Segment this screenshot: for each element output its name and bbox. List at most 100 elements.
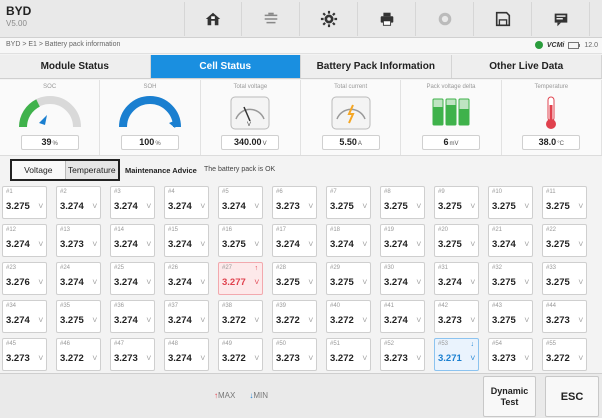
cell-unit: V	[578, 355, 583, 362]
cell-unit: V	[254, 241, 259, 248]
cell-tile: #36 3.274 V	[110, 300, 155, 333]
cell-unit: V	[416, 317, 421, 324]
cell-voltage: 3.277	[222, 277, 246, 288]
max-legend: ↑MAX	[214, 391, 236, 400]
cell-unit: V	[38, 279, 43, 286]
cell-unit: V	[254, 317, 259, 324]
cell-unit: V	[308, 203, 313, 210]
cell-tile: #10 3.275 V	[488, 186, 533, 219]
cell-tile: #20 3.275 V	[434, 224, 479, 257]
cell-number: #1	[6, 189, 13, 195]
tab-battery-pack-information[interactable]: Battery Pack Information	[301, 55, 452, 78]
subtab-temperature[interactable]: Temperature	[66, 161, 119, 179]
tab-other-live-data[interactable]: Other Live Data	[452, 55, 602, 78]
cell-voltage: 3.274	[492, 239, 516, 250]
cell-tile: #6 3.273 V	[272, 186, 317, 219]
cell-voltage: 3.272	[222, 315, 246, 326]
cell-unit: V	[578, 241, 583, 248]
battery-icon	[568, 41, 581, 49]
total-current-value: 5.50A	[321, 135, 380, 150]
cell-unit: V	[146, 317, 151, 324]
total-current-gauge: Total current 5.50A	[301, 80, 402, 155]
esc-button[interactable]: ESC	[545, 376, 599, 417]
print-button[interactable]	[358, 2, 416, 36]
cell-tile: #50 3.273 V	[272, 338, 317, 371]
gauge-label: Pack voltage delta	[426, 84, 476, 90]
cell-number: #46	[60, 341, 71, 347]
cell-voltage: 3.275	[60, 315, 84, 326]
cell-voltage: 3.274	[276, 239, 300, 250]
cell-unit: V	[146, 241, 151, 248]
cell-unit: V	[470, 241, 475, 248]
cell-number: #37	[168, 303, 179, 309]
cell-number: #13	[60, 227, 71, 233]
cell-number: #17	[276, 227, 287, 233]
home-button[interactable]	[184, 2, 242, 36]
cell-voltage: 3.273	[438, 315, 462, 326]
cell-voltage: 3.273	[60, 239, 84, 250]
breadcrumb: BYD > E1 > Battery pack information	[6, 41, 121, 48]
cell-voltage: 3.274	[330, 239, 354, 250]
cell-unit: V	[524, 317, 529, 324]
tab-cell-status[interactable]: Cell Status	[150, 55, 301, 78]
top-toolbar: BYD V5.00	[0, 0, 602, 38]
cell-unit: V	[38, 317, 43, 324]
cell-number: #45	[6, 341, 17, 347]
cell-unit: V	[308, 317, 313, 324]
cell-number: #47	[114, 341, 125, 347]
message-button[interactable]	[532, 2, 590, 36]
cell-tile: #24 3.274 V	[56, 262, 101, 295]
dynamic-test-button[interactable]: Dynamic Test	[483, 376, 536, 417]
cell-number: #55	[546, 341, 557, 347]
cell-tile: #19 3.274 V	[380, 224, 425, 257]
cell-voltage: 3.275	[492, 315, 516, 326]
cell-voltage: 3.272	[222, 353, 246, 364]
max-arrow-icon: ↑	[254, 265, 259, 272]
cell-number: #4	[168, 189, 175, 195]
cell-number: #43	[492, 303, 503, 309]
cell-voltage: 3.273	[276, 353, 300, 364]
cell-tile: #17 3.274 V	[272, 224, 317, 257]
cell-tile: #43 3.275 V	[488, 300, 533, 333]
cell-unit: V	[416, 203, 421, 210]
cell-number: #26	[168, 265, 179, 271]
cell-voltage: 3.276	[6, 277, 30, 288]
cell-unit: V	[92, 317, 97, 324]
settings-button[interactable]	[300, 2, 358, 36]
gauge-panel: SOC 39% SOH 100% Total voltage V 340.00V…	[0, 80, 602, 156]
tab-module-status[interactable]: Module Status	[0, 55, 151, 78]
cell-tile: #29 3.275 V	[326, 262, 371, 295]
cell-unit: V	[470, 317, 475, 324]
cell-voltage: 3.274	[438, 277, 462, 288]
cell-number: #11	[546, 189, 556, 195]
cell-number: #32	[492, 265, 503, 271]
cell-tile: #51 3.272 V	[326, 338, 371, 371]
cell-tile: #4 3.274 V	[164, 186, 209, 219]
cell-unit: V	[146, 355, 151, 362]
vehicle-menu-button[interactable]	[242, 2, 300, 36]
vcm-label: VCMi	[546, 41, 565, 49]
cell-tile: #52 3.273 V	[380, 338, 425, 371]
cell-tile: #26 3.274 V	[164, 262, 209, 295]
cell-voltage: 3.275	[546, 201, 570, 212]
save-button[interactable]	[474, 2, 532, 36]
cell-tile: #44 3.273 V	[542, 300, 587, 333]
cell-tile: #5 3.274 V	[218, 186, 263, 219]
cell-voltage-grid: #1 3.275 V #2 3.274 V #3 3.274 V #4 3.274 V #5 3.274 V…	[2, 186, 600, 372]
cell-voltage: 3.274	[168, 239, 192, 250]
cell-tile: #40 3.272 V	[326, 300, 371, 333]
cell-number: #40	[330, 303, 341, 309]
cell-voltage: 3.275	[276, 277, 300, 288]
printer-icon	[380, 12, 393, 26]
cell-voltage: 3.274	[6, 315, 30, 326]
vcm-status-icon	[534, 41, 543, 49]
soc-value: 39%	[20, 135, 79, 150]
measurement-toggle: Voltage Temperature	[10, 159, 120, 181]
cell-unit: V	[308, 279, 313, 286]
pack-voltage-delta-gauge: Pack voltage delta 6mV	[401, 80, 502, 155]
subtab-voltage[interactable]: Voltage	[12, 161, 66, 179]
help-button[interactable]	[416, 2, 474, 36]
car-lift-icon	[264, 12, 277, 24]
brand-name: BYD	[6, 4, 32, 18]
bottom-bar: ↑MAX ↓MIN Dynamic Test ESC	[0, 373, 602, 418]
